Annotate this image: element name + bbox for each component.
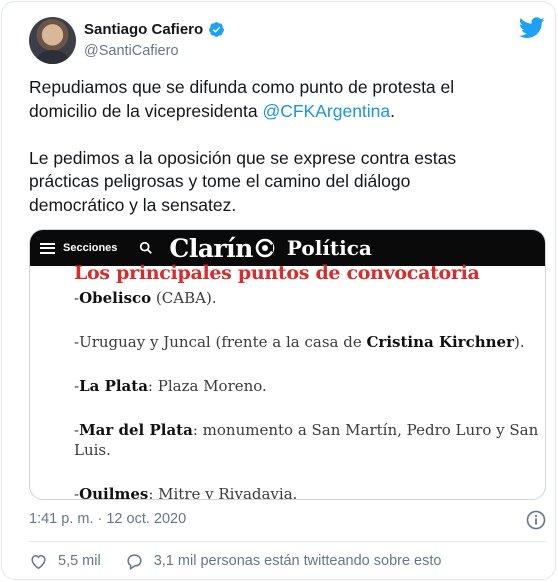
tweet-card[interactable]: Santiago Cafiero @SantiCafiero Repudiamo… bbox=[1, 1, 556, 580]
section-name: Política bbox=[286, 236, 372, 260]
tweet-line: domicilio de la vicepresidenta @CFKArgen… bbox=[29, 100, 529, 124]
sections-label: Secciones bbox=[63, 242, 118, 254]
list-item: -La Plata: Plaza Moreno. bbox=[74, 377, 267, 395]
tweet-text-period: . bbox=[390, 100, 396, 121]
tweet-text-line2: domicilio de la vicepresidenta bbox=[29, 100, 263, 121]
search-icon bbox=[140, 241, 153, 254]
clarin-header-bar: Secciones Clarín Política bbox=[30, 230, 545, 266]
timestamp[interactable]: 1:41 p. m. · 12 oct. 2020 bbox=[29, 511, 186, 527]
tweet-actions: 5,5 mil 3,1 mil personas están twitteand… bbox=[29, 550, 441, 572]
verified-badge-icon bbox=[209, 22, 225, 37]
twitter-bird-icon[interactable] bbox=[519, 17, 545, 39]
tweet-line: prácticas peligrosas y tome el camino de… bbox=[29, 170, 529, 194]
attached-image[interactable]: Secciones Clarín Política Los principale… bbox=[29, 229, 546, 500]
list-item: -Obelisco (CABA). bbox=[74, 289, 217, 307]
divider bbox=[29, 541, 546, 542]
tweet-text-line4: prácticas peligrosas y tome el camino de… bbox=[29, 171, 411, 191]
article-heading: Los principales puntos de convocatoria bbox=[74, 262, 480, 284]
clarin-logo-text: Clarín bbox=[169, 233, 253, 263]
list-item: -Uruguay y Juncal (frente a la casa de C… bbox=[74, 333, 525, 351]
info-icon[interactable] bbox=[526, 510, 546, 530]
heart-icon[interactable] bbox=[29, 552, 48, 571]
tweet-line: Repudiamos que se difunda como punto de … bbox=[29, 76, 529, 100]
tweet-text-line3: Le pedimos a la oposición que se exprese… bbox=[29, 147, 457, 168]
tweet-text: Repudiamos que se difunda como punto de … bbox=[29, 76, 529, 217]
author-display-name[interactable]: Santiago Cafiero bbox=[84, 21, 203, 38]
like-count[interactable]: 5,5 mil bbox=[58, 553, 101, 569]
author-handle[interactable]: @SantiCafiero bbox=[84, 43, 179, 59]
hamburger-menu-icon bbox=[40, 242, 55, 254]
article-excerpt: Los principales puntos de convocatoria -… bbox=[30, 262, 545, 500]
conversation-count[interactable]: 3,1 mil personas están twitteando sobre … bbox=[154, 553, 442, 569]
list-item: -Quilmes: Mitre y Rivadavia. bbox=[74, 485, 298, 500]
list-item: -Mar del Plata: monumento a San Martín, … bbox=[74, 421, 539, 459]
tweet-text-line5: democrático y la sensatez. bbox=[29, 194, 237, 215]
speech-bubble-icon[interactable] bbox=[125, 552, 144, 571]
tweet-text-line1: Repudiamos que se difunda como punto de … bbox=[29, 77, 455, 97]
clarin-logo-icon bbox=[255, 238, 275, 258]
mention-link[interactable]: @CFKArgentina bbox=[262, 101, 390, 121]
avatar[interactable] bbox=[29, 17, 76, 64]
tweet-line: Le pedimos a la oposición que se exprese… bbox=[29, 147, 529, 171]
tweet-line: democrático y la sensatez. bbox=[29, 194, 529, 218]
author-name-row[interactable]: Santiago Cafiero bbox=[84, 21, 225, 38]
